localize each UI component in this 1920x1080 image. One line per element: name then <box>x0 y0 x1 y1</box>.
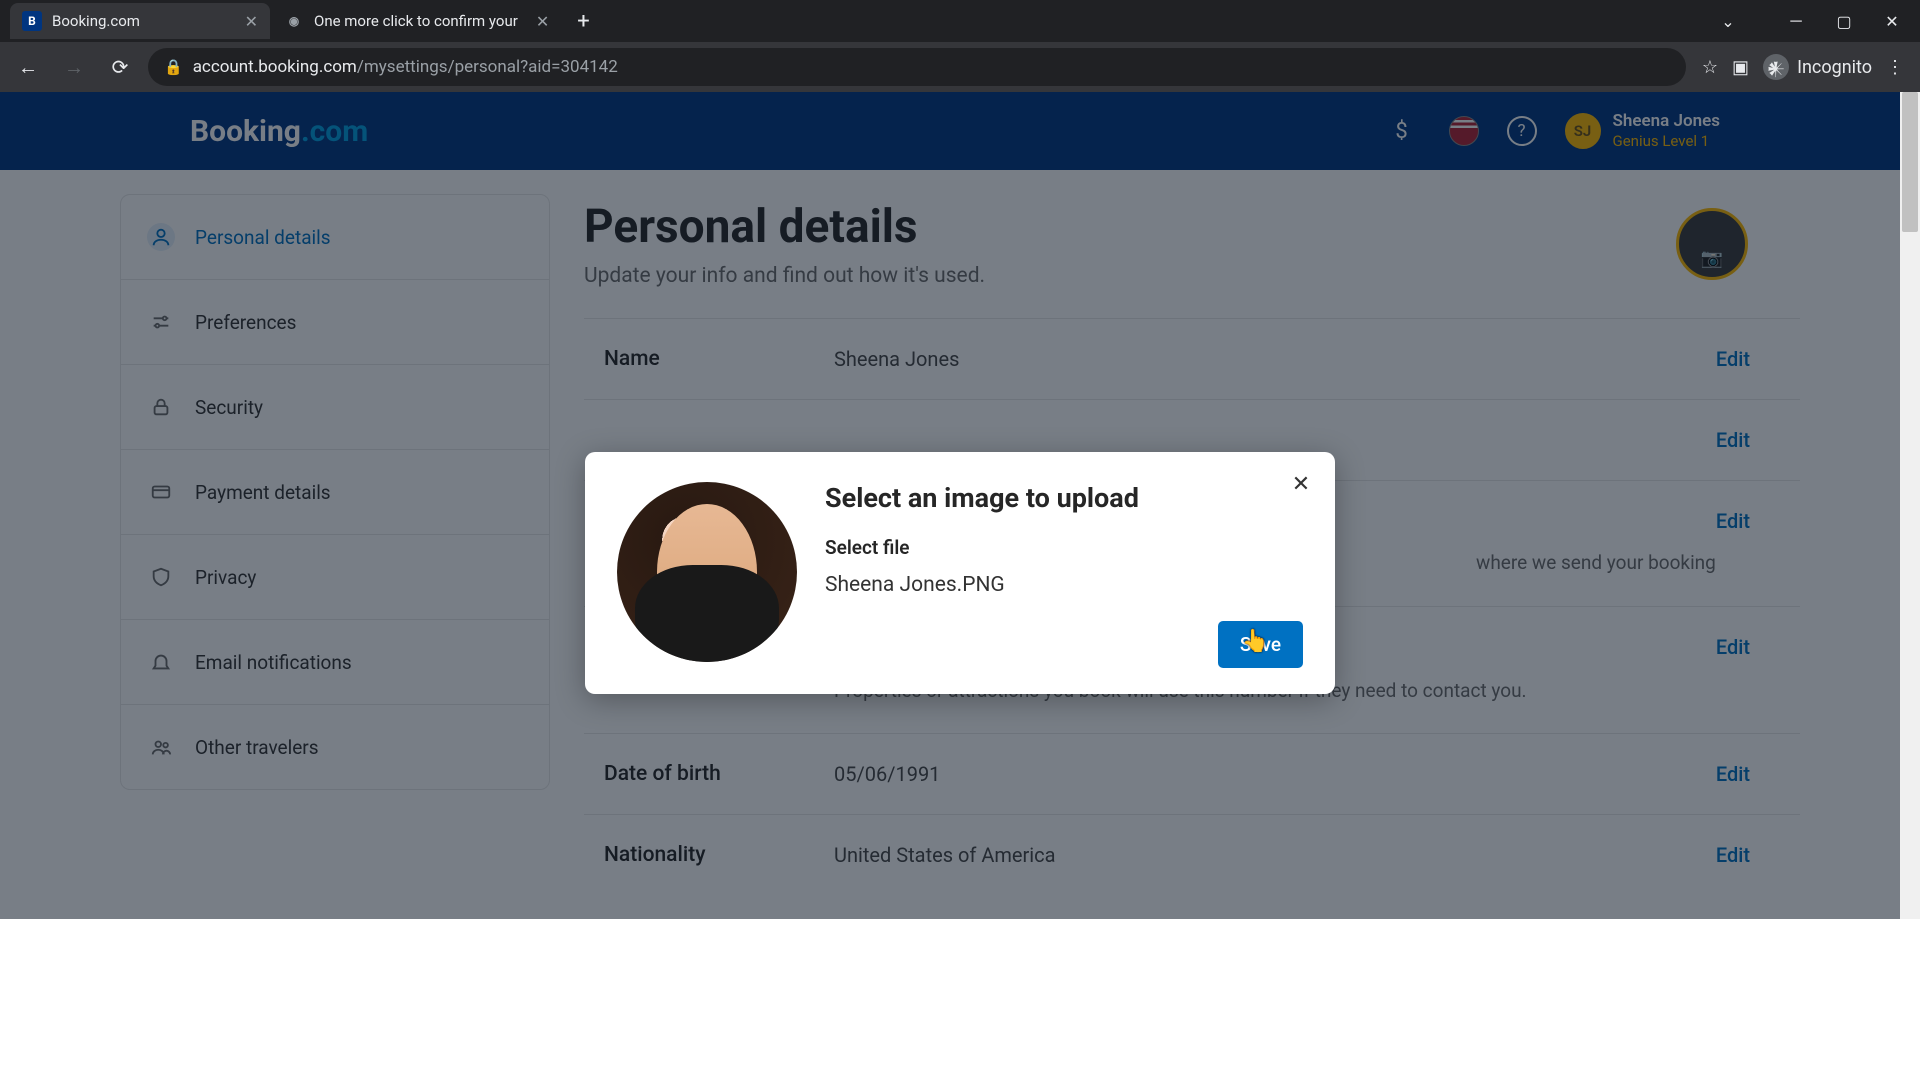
url-field[interactable]: 🔒 account.booking.com/mysettings/persona… <box>148 48 1686 86</box>
incognito-icon: 𒀭 <box>1763 54 1789 80</box>
incognito-badge[interactable]: 𒀭 Incognito <box>1763 54 1872 80</box>
tab-title: Booking.com <box>52 12 227 30</box>
image-preview <box>617 482 797 662</box>
tab-close-icon[interactable]: ✕ <box>536 12 549 31</box>
star-icon[interactable]: ☆ <box>1702 57 1718 78</box>
back-button[interactable]: ← <box>10 49 46 85</box>
scrollbar-thumb[interactable] <box>1902 92 1918 232</box>
close-window-button[interactable]: ✕ <box>1870 6 1914 36</box>
browser-chrome: B Booking.com ✕ ◉ One more click to conf… <box>0 0 1920 92</box>
tab-confirm[interactable]: ◉ One more click to confirm your ✕ <box>272 3 561 39</box>
save-button[interactable]: Save 👆 <box>1218 621 1303 668</box>
reload-button[interactable]: ⟳ <box>102 49 138 85</box>
chevron-down-icon[interactable]: ⌄ <box>1706 6 1750 36</box>
booking-favicon: B <box>22 11 42 31</box>
minimize-button[interactable]: ─ <box>1774 6 1818 36</box>
tab-title: One more click to confirm your <box>314 12 518 30</box>
tab-close-icon[interactable]: ✕ <box>245 12 258 31</box>
upload-image-modal: ✕ Select an image to upload Select file … <box>585 452 1335 694</box>
close-icon[interactable]: ✕ <box>1285 468 1317 500</box>
install-icon[interactable]: ▣ <box>1732 57 1749 78</box>
tab-bar: B Booking.com ✕ ◉ One more click to conf… <box>0 0 1920 42</box>
tab-booking[interactable]: B Booking.com ✕ <box>10 3 270 39</box>
window-controls: ⌄ ─ ▢ ✕ <box>1706 6 1920 36</box>
lock-icon: 🔒 <box>164 58 183 76</box>
select-file-label[interactable]: Select file <box>825 536 1303 559</box>
modal-overlay: ✕ Select an image to upload Select file … <box>0 92 1920 919</box>
maximize-button[interactable]: ▢ <box>1822 6 1866 36</box>
globe-favicon: ◉ <box>284 11 304 31</box>
url-text: account.booking.com/mysettings/personal?… <box>193 57 618 77</box>
page: Booking.com $ ? SJ Sheena Jones Genius L… <box>0 92 1920 919</box>
address-bar: ← → ⟳ 🔒 account.booking.com/mysettings/p… <box>0 42 1920 92</box>
new-tab-button[interactable]: + <box>563 9 603 34</box>
scrollbar-track[interactable] <box>1900 92 1920 919</box>
menu-icon[interactable]: ⋮ <box>1886 57 1904 78</box>
modal-title: Select an image to upload <box>825 482 1303 514</box>
forward-button[interactable]: → <box>56 49 92 85</box>
selected-filename: Sheena Jones.PNG <box>825 573 1303 597</box>
